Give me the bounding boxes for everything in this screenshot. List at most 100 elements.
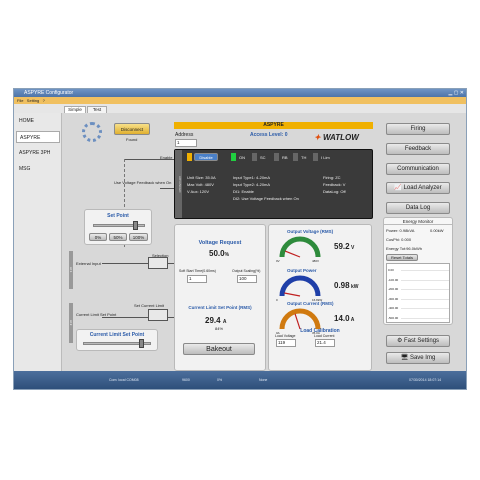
firing-button[interactable]: Firing (386, 123, 450, 135)
gauge-unit: V (349, 245, 355, 251)
gauge-min: 0 (276, 298, 278, 302)
save-img-button[interactable]: 🖥 Save Img (386, 352, 450, 364)
gauge-value: 59.2 V (334, 242, 354, 251)
gauge-unit: A (349, 317, 355, 323)
gauge-title: Output Current (RMS) (287, 301, 334, 306)
mode-rb[interactable]: RB (282, 155, 288, 160)
gauge-arc (279, 236, 321, 258)
input-type-2: Input Type2: 4-20mA (233, 182, 271, 187)
load-analyzer-icon: 📈 (394, 185, 402, 191)
gauge-needle (294, 313, 301, 330)
chart-gridline (401, 270, 449, 271)
sidebar-item-msg[interactable]: MSG (16, 163, 60, 175)
gauge-dial (279, 308, 321, 330)
th-indicator (293, 153, 298, 161)
external-input-label: External Input (76, 261, 101, 266)
ilim-indicator (313, 153, 318, 161)
chart-tick-label: -500.00 (388, 315, 399, 320)
load-voltage-input[interactable]: 119 (276, 339, 296, 347)
load-analyzer-button[interactable]: 📈 Load Analyzer (386, 182, 450, 194)
tab-simple[interactable]: Simple (64, 106, 86, 113)
energy-chart: 0.00 -100.00 -200.00 -300.00 -400.00 -500.00 (386, 263, 450, 323)
device-inputs: Input Type1: 4-20mA Input Type2: 4-20mA … (233, 174, 299, 202)
disable-button[interactable]: Disable (194, 153, 218, 161)
device-firing: Firing: ZC Feedback: V DataLog: Off (323, 174, 346, 195)
fast-settings-label: Fast Settings (404, 338, 440, 344)
cl-slider-thumb[interactable] (138, 339, 144, 348)
data-log-button[interactable]: Data Log (386, 202, 450, 214)
gauge-dial (279, 236, 321, 258)
watlow-brand: WATLOW (322, 133, 359, 142)
unit-size: Unit Size: 35.0A (187, 175, 216, 180)
chart-tick-label: -400.00 (388, 306, 399, 310)
current-limit-switch[interactable] (148, 309, 168, 321)
ai1-label: AI 1 (69, 251, 73, 289)
di2: DI2: Use Voltage Feedback when On (233, 196, 299, 201)
chart-gridline (401, 308, 449, 309)
window-controls[interactable]: ▁ ▢ ✕ (448, 89, 464, 97)
sidebar-item-aspyre[interactable]: ASPYRE (16, 131, 60, 143)
gauge-arc (279, 308, 321, 330)
cl-sp-rms-number: 29.4 (205, 316, 221, 325)
menu-setting[interactable]: Setting (27, 98, 39, 103)
gauge-value: 14.0 A (334, 314, 354, 323)
main-area: Disconnect Found Address 1 ASPYRE Access… (62, 113, 466, 371)
wire-external (102, 263, 148, 264)
load-current-input[interactable]: 21.4 (315, 339, 335, 347)
address-label: Address (175, 132, 194, 138)
chart-gridline (401, 298, 449, 300)
datalog: DataLog: Off (323, 189, 346, 194)
mode-on[interactable]: ON (239, 155, 245, 160)
output-scaling-value: 100 (239, 276, 247, 281)
feedback-label: Use Voltage Feedback when On (114, 180, 172, 185)
device-specs: Unit Size: 35.0A Max Volt: 480V V Aux: 1… (187, 174, 216, 195)
device-info-panel: ADVANCED Disable ON SC RB TH I Lim Unit … (174, 149, 373, 219)
address-input[interactable]: 1 (175, 139, 197, 147)
wire-enable (124, 159, 174, 160)
feedback-button[interactable]: Feedback (386, 143, 450, 155)
v-aux: V Aux: 120V (187, 189, 210, 194)
selection-switch[interactable] (148, 257, 168, 269)
set-point-50-button[interactable]: 50% (109, 233, 127, 241)
chart-tick-label: -200.00 (388, 287, 399, 291)
mode-ilim[interactable]: I Lim (321, 155, 330, 160)
set-point-0-button[interactable]: 0% (89, 233, 107, 241)
cl-set-point-title: Current Limit Set Point (89, 332, 145, 338)
sc-indicator (252, 153, 257, 161)
gauge-value-number: 14.0 (334, 314, 350, 323)
mode-sc[interactable]: SC (260, 155, 266, 160)
set-point-slider-thumb[interactable] (132, 221, 138, 230)
ai2-label: AI 2 (69, 303, 73, 343)
disable-indicator (187, 153, 192, 161)
soft-start-input[interactable]: 1 (187, 275, 207, 283)
set-current-limit-label: Set Current Limit (134, 303, 165, 308)
firing: Firing: ZC (323, 175, 341, 180)
sidebar-item-aspyre-3ph[interactable]: ASPYRE 3PH (16, 147, 60, 159)
chart-tick-label: -100.00 (388, 277, 399, 282)
output-scaling-input[interactable]: 100 (237, 275, 257, 283)
gauge-unit: kW (349, 284, 359, 290)
reset-totals-button[interactable]: Reset Totals (386, 254, 418, 261)
voltage-request-unit: % (224, 252, 230, 258)
energy-total: Energy Tot:96.0kWh (386, 246, 422, 251)
disconnect-button[interactable]: Disconnect (114, 123, 150, 135)
sidebar-item-home[interactable]: HOME (16, 115, 60, 127)
energy-monitor-title: Energy Monitor (384, 219, 452, 225)
load-current-value: 21.4 (317, 340, 326, 345)
cl-sp-rms-title: Current Limit Set Point (RMS) (188, 305, 252, 310)
advanced-tab[interactable]: ADVANCED (175, 150, 182, 218)
communication-button[interactable]: Communication (386, 163, 450, 175)
energy-monitor-panel: Energy Monitor Power: 0.98kVA 0.00kW Cos… (383, 217, 453, 325)
feedback: Feedback: V (323, 182, 346, 187)
cl-sp-rms-percent: 84% (215, 326, 224, 331)
mode-th[interactable]: TH (301, 155, 306, 160)
status-rate: 9600 (182, 378, 190, 382)
access-level: Access Level: 0 (250, 132, 288, 138)
fast-settings-button[interactable]: ⚙ Fast Settings (386, 335, 450, 347)
menu-file[interactable]: File (17, 98, 23, 103)
cl-sp-rms-unit: A (222, 319, 227, 325)
menu-help[interactable]: ? (43, 98, 45, 103)
set-point-100-button[interactable]: 100% (129, 233, 148, 241)
bakeout-button[interactable]: Bakeout (183, 343, 255, 355)
tab-test[interactable]: Test (87, 106, 107, 113)
